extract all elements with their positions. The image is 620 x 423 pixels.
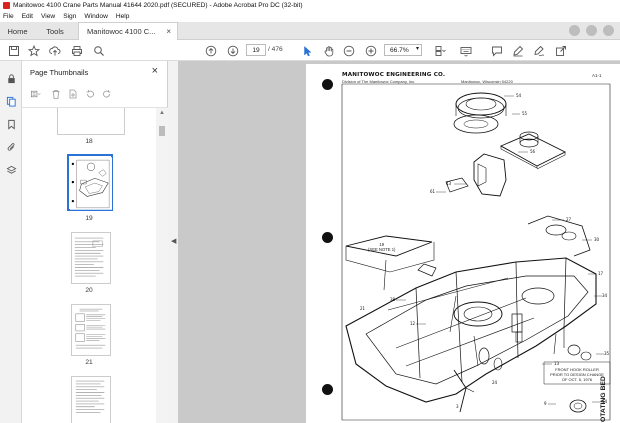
panel-title: Page Thumbnails bbox=[30, 68, 89, 77]
pointer-icon[interactable] bbox=[300, 44, 314, 57]
menu-bar: File Edit View Sign Window Help bbox=[0, 11, 620, 22]
drawing-side-title: OTATING BED bbox=[600, 376, 607, 422]
svg-text:24: 24 bbox=[492, 380, 498, 385]
hand-icon[interactable] bbox=[322, 44, 336, 57]
comment-icon[interactable] bbox=[490, 44, 504, 57]
zoom-out-icon[interactable] bbox=[342, 44, 356, 57]
zoom-in-icon[interactable] bbox=[364, 44, 378, 57]
zoom-value: 66.7% bbox=[390, 46, 409, 54]
menu-file[interactable]: File bbox=[3, 13, 14, 20]
zoom-select[interactable]: 66.7% ▾ bbox=[384, 44, 422, 56]
pdf-page: MANITOWOC ENGINEERING CO. Division of Th… bbox=[306, 64, 620, 423]
search-icon[interactable] bbox=[92, 44, 106, 57]
tab-document-label: Manitowoc 4100 C... bbox=[87, 27, 156, 36]
svg-text:12: 12 bbox=[410, 321, 416, 326]
panel-splitter[interactable]: ◀ bbox=[168, 61, 178, 423]
tab-bar: Home Tools Manitowoc 4100 C... × bbox=[0, 22, 620, 40]
star-icon[interactable] bbox=[27, 44, 41, 57]
page-layout-icon[interactable] bbox=[432, 44, 448, 57]
svg-text:56: 56 bbox=[530, 149, 536, 154]
thumbnails-icon[interactable] bbox=[5, 95, 17, 107]
svg-text:35: 35 bbox=[604, 351, 610, 356]
thumbnail-label: 19 bbox=[85, 215, 93, 222]
svg-text:21: 21 bbox=[360, 306, 366, 311]
upload-icon[interactable] bbox=[48, 44, 62, 57]
page-number-input[interactable]: 19 bbox=[246, 44, 266, 56]
page-total: / 476 bbox=[268, 46, 283, 53]
tab-document[interactable]: Manitowoc 4100 C... × bbox=[78, 22, 178, 40]
lock-icon[interactable] bbox=[5, 72, 17, 84]
collapse-panel-icon[interactable]: ◀ bbox=[171, 237, 176, 245]
close-icon[interactable]: × bbox=[152, 65, 158, 77]
svg-text:27: 27 bbox=[566, 217, 572, 222]
acrobat-logo-icon bbox=[3, 2, 10, 9]
thumbnail-page-21[interactable] bbox=[71, 304, 111, 356]
delete-page-icon[interactable] bbox=[50, 89, 61, 100]
window-title: Manitowoc 4100 Crane Parts Manual 41644 … bbox=[13, 2, 303, 9]
document-canvas[interactable]: MANITOWOC ENGINEERING CO. Division of Th… bbox=[178, 61, 620, 423]
share-icon[interactable] bbox=[554, 44, 568, 57]
thumbnail-label: 20 bbox=[85, 287, 93, 294]
sign-icon[interactable] bbox=[532, 44, 546, 57]
svg-text:38: 38 bbox=[390, 297, 396, 302]
menu-window[interactable]: Window bbox=[84, 13, 107, 20]
left-navigation-rail bbox=[0, 61, 22, 423]
keyboard-icon[interactable] bbox=[458, 44, 474, 57]
print-icon[interactable] bbox=[70, 44, 84, 57]
thumbnail-list: 18 19 20 21 bbox=[22, 108, 156, 423]
chevron-down-icon: ▾ bbox=[415, 46, 419, 52]
svg-text:54: 54 bbox=[516, 93, 522, 98]
scroll-up-icon[interactable]: ▲ bbox=[159, 110, 165, 116]
svg-text:9: 9 bbox=[544, 401, 547, 406]
thumbnail-label: 21 bbox=[85, 359, 93, 366]
page-up-icon[interactable] bbox=[204, 44, 218, 57]
thumbnail-scrollbar[interactable]: ▲ bbox=[156, 108, 168, 423]
attachment-icon[interactable] bbox=[5, 141, 17, 153]
title-bar: Manitowoc 4100 Crane Parts Manual 41644 … bbox=[0, 0, 620, 11]
svg-text:61: 61 bbox=[430, 189, 436, 194]
svg-text:30: 30 bbox=[594, 237, 600, 242]
thumbnail-toolbar bbox=[28, 87, 158, 101]
thumbnail-page-19[interactable] bbox=[67, 154, 113, 211]
thumbnail-page-20[interactable] bbox=[71, 232, 111, 284]
tab-home[interactable]: Home bbox=[0, 22, 35, 40]
tab-tools[interactable]: Tools bbox=[35, 22, 75, 40]
menu-sign[interactable]: Sign bbox=[63, 13, 76, 20]
svg-text:3: 3 bbox=[456, 404, 459, 409]
page-thumbnails-panel: Page Thumbnails × 18 19 20 21 ▲ bbox=[22, 61, 168, 423]
layers-icon[interactable] bbox=[5, 164, 17, 176]
highlight-icon[interactable] bbox=[511, 44, 525, 57]
thumbnail-page-18[interactable] bbox=[57, 108, 125, 135]
menu-view[interactable]: View bbox=[41, 13, 55, 20]
help-icon[interactable] bbox=[569, 25, 580, 36]
menu-edit[interactable]: Edit bbox=[22, 13, 33, 20]
avatar[interactable] bbox=[603, 25, 614, 36]
svg-text:55: 55 bbox=[522, 111, 528, 116]
svg-text:34: 34 bbox=[602, 293, 608, 298]
thumbnail-page-22[interactable] bbox=[71, 376, 111, 423]
bookmark-icon[interactable] bbox=[5, 118, 17, 130]
thumbnail-label: 18 bbox=[85, 138, 93, 145]
svg-text:43: 43 bbox=[446, 181, 452, 186]
scrollbar-thumb[interactable] bbox=[159, 126, 165, 136]
save-icon[interactable] bbox=[7, 44, 21, 57]
options-menu-icon[interactable] bbox=[28, 89, 44, 100]
main-toolbar: 19 / 476 66.7% ▾ bbox=[0, 40, 620, 61]
notifications-icon[interactable] bbox=[586, 25, 597, 36]
svg-text:17: 17 bbox=[598, 271, 604, 276]
close-icon[interactable]: × bbox=[166, 27, 171, 36]
insert-page-icon[interactable] bbox=[67, 89, 78, 100]
rotate-left-icon[interactable] bbox=[84, 89, 95, 100]
menu-help[interactable]: Help bbox=[116, 13, 130, 20]
rotate-right-icon[interactable] bbox=[101, 89, 112, 100]
page-down-icon[interactable] bbox=[226, 44, 240, 57]
tab-bar-right bbox=[569, 25, 614, 36]
acrobat-window: Manitowoc 4100 Crane Parts Manual 41644 … bbox=[0, 0, 620, 423]
drawing-note-side: 19 (SEE NOTE 1) bbox=[368, 242, 396, 252]
